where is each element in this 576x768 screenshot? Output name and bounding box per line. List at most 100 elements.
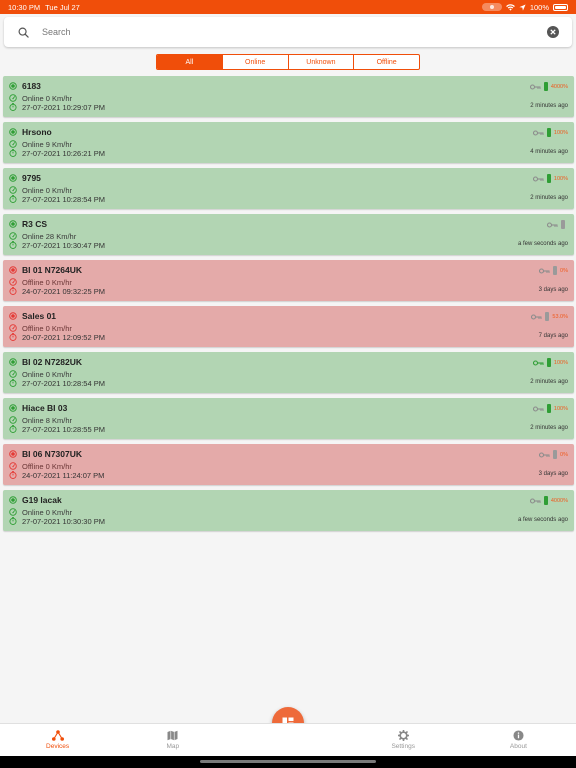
dnd-pill-icon [481, 3, 502, 11]
last-seen: a few seconds ago [517, 241, 568, 247]
tab-settings[interactable]: Settings [346, 724, 461, 756]
tab-devices-label: Devices [46, 743, 70, 750]
filter-tab-unknown[interactable]: Unknown [287, 55, 354, 69]
last-seen: 2 minutes ago [530, 103, 568, 109]
device-time-row: 27-07-2021 10:26:21 PM [9, 148, 105, 158]
device-time-row: 24-07-2021 11:24:07 PM [9, 470, 104, 480]
home-indicator-area [0, 756, 576, 768]
device-timestamp: 20-07-2021 12:09:52 PM [22, 332, 105, 342]
device-time-row: 27-07-2021 10:30:30 PM [9, 516, 105, 526]
device-timestamp: 27-07-2021 10:30:30 PM [22, 516, 105, 526]
device-name: BI 06 N7307UK [22, 449, 83, 459]
status-battery-text: 100% [529, 2, 549, 12]
key-icon [529, 497, 541, 504]
device-card[interactable]: Sales 01 Offline 0 Km/hr 20-07-2021 12:09:… [3, 306, 574, 347]
device-name: Hrsono [22, 127, 52, 137]
device-card[interactable]: 6183 Online 0 Km/hr 27-07-2021 10:29:07 PM… [3, 76, 574, 117]
device-name: G19 lacak [22, 495, 62, 505]
status-bar: 10:30 PM Tue Jul 27 100% [0, 0, 576, 14]
device-battery-icon [546, 174, 551, 183]
device-card[interactable]: BI 06 N7307UK Offline 0 Km/hr 24-07-2021 1… [3, 444, 574, 485]
device-name-row: 9795 [9, 173, 41, 183]
info-icon [513, 730, 524, 741]
device-battery-icon [553, 450, 558, 459]
device-card[interactable]: BI 01 N7264UK Offline 0 Km/hr 24-07-2021 0… [3, 260, 574, 301]
bottom-tab-bar: Devices Map Settings About [0, 723, 576, 756]
device-card[interactable]: Hrsono Online 9 Km/hr 27-07-2021 10:26:21 … [3, 122, 574, 163]
gear-icon [397, 730, 409, 741]
battery-percent: 4000% [550, 497, 568, 504]
device-timestamp: 27-07-2021 10:29:07 PM [22, 102, 105, 112]
device-battery-icon [543, 82, 548, 91]
device-card[interactable]: G19 lacak Online 0 Km/hr 27-07-2021 10:30:… [3, 490, 574, 531]
last-seen: 4 minutes ago [530, 149, 568, 155]
device-battery-icon [553, 266, 558, 275]
device-battery-icon [561, 220, 565, 229]
key-icon [539, 267, 550, 274]
device-name-row: 6183 [9, 81, 41, 91]
device-status-icons [547, 220, 568, 229]
device-name: Hiace BI 03 [22, 403, 68, 413]
device-time-row: 27-07-2021 10:28:55 PM [9, 424, 105, 434]
battery-percent: 100% [553, 405, 568, 412]
timer-icon [9, 379, 17, 387]
filter-tab-offline[interactable]: Offline [353, 55, 419, 69]
device-card[interactable]: 9795 Online 0 Km/hr 27-07-2021 10:28:54 PM… [3, 168, 574, 209]
key-icon [539, 451, 550, 458]
status-dot-icon [9, 496, 17, 504]
tab-map[interactable]: Map [115, 724, 230, 756]
device-name-row: Hiace BI 03 [9, 403, 67, 413]
status-filter: All Online Unknown Offline [156, 54, 420, 70]
status-time: 10:30 PM [8, 2, 41, 12]
battery-percent: 0% [560, 451, 568, 458]
search-input[interactable] [42, 27, 538, 37]
speedometer-icon [9, 278, 17, 286]
status-icons: 100% [481, 2, 568, 12]
device-timestamp: 27-07-2021 10:30:47 PM [22, 240, 105, 250]
tab-settings-label: Settings [391, 743, 415, 750]
device-status-icons: 100% [532, 404, 568, 413]
clear-search-icon[interactable] [538, 26, 568, 38]
status-dot-icon [9, 174, 17, 182]
key-icon [529, 83, 541, 90]
device-card[interactable]: Hiace BI 03 Online 8 Km/hr 27-07-2021 10:2… [3, 398, 574, 439]
search-icon [8, 27, 38, 38]
timer-icon [9, 149, 17, 157]
timer-icon [9, 241, 17, 249]
battery-icon [553, 3, 568, 11]
timer-icon [9, 103, 17, 111]
filter-tab-online[interactable]: Online [221, 55, 288, 69]
device-timestamp: 27-07-2021 10:28:54 PM [22, 378, 105, 388]
device-status-icons: 0% [539, 450, 568, 459]
key-icon [532, 175, 544, 182]
home-indicator [200, 760, 376, 763]
last-seen: 3 days ago [538, 287, 568, 293]
status-dot-icon [9, 358, 17, 366]
tab-about[interactable]: About [461, 724, 576, 756]
device-status-icons: 100% [532, 358, 568, 367]
device-time-row: 27-07-2021 10:28:54 PM [9, 378, 105, 388]
status-dot-icon [9, 128, 17, 136]
fab-spacer [230, 724, 345, 756]
status-dot-icon [9, 266, 17, 274]
device-status-icons: 100% [532, 128, 568, 137]
location-arrow-icon [519, 3, 526, 11]
device-name-row: Hrsono [9, 127, 52, 137]
device-card[interactable]: BI 02 N7282UK Online 0 Km/hr 27-07-2021 10… [3, 352, 574, 393]
status-dot-icon [9, 312, 17, 320]
key-icon [531, 313, 542, 320]
timer-icon [9, 333, 17, 341]
battery-percent: 100% [553, 175, 568, 182]
device-battery-icon [546, 404, 551, 413]
tab-about-label: About [509, 743, 527, 750]
timer-icon [9, 195, 17, 203]
last-seen: 2 minutes ago [530, 425, 568, 431]
key-icon [532, 405, 544, 412]
device-status-icons: 4000% [529, 496, 568, 505]
tab-map-label: Map [166, 743, 180, 750]
tab-devices[interactable]: Devices [0, 724, 115, 756]
last-seen: 2 minutes ago [530, 379, 568, 385]
filter-tab-all[interactable]: All [157, 55, 222, 69]
device-card[interactable]: R3 CS Online 28 Km/hr 27-07-2021 10:30:47 … [3, 214, 574, 255]
last-seen: a few seconds ago [517, 517, 568, 523]
